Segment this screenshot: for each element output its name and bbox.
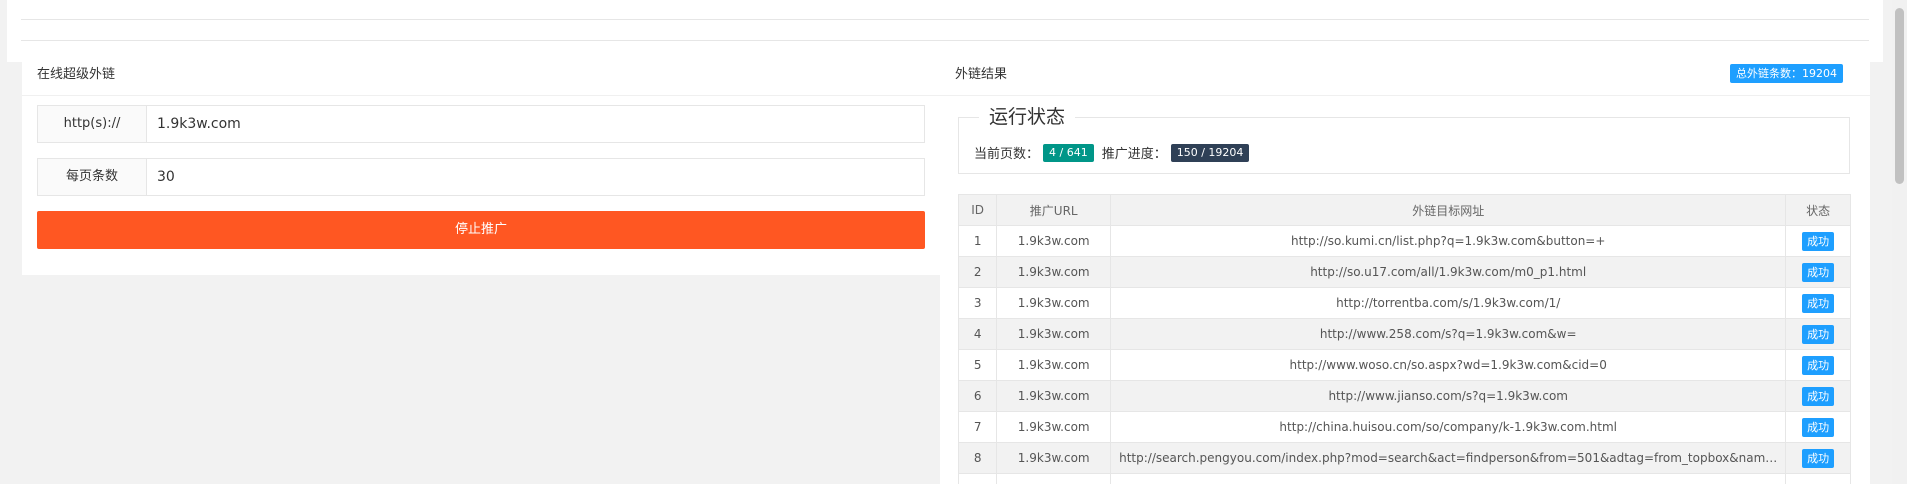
table-row: 2 1.9k3w.com http://so.u17.com/all/1.9k3… xyxy=(957,256,1851,288)
table-row: 7 1.9k3w.com http://china.huisou.com/so/… xyxy=(957,411,1851,443)
left-panel-title: 在线超级外链 xyxy=(22,54,940,96)
scrollbar-thumb[interactable] xyxy=(1895,8,1904,184)
divider xyxy=(21,40,1869,41)
cell-target xyxy=(1110,473,1787,484)
table-row: 5 1.9k3w.com http://www.woso.cn/so.aspx?… xyxy=(957,349,1851,381)
cell-id: 2 xyxy=(957,256,998,288)
success-badge: 成功 xyxy=(1802,386,1835,406)
current-page-label: 当前页数： xyxy=(974,147,1040,162)
cell-url: 1.9k3w.com xyxy=(996,225,1112,257)
status-line: 当前页数： 4 / 641 推广进度： 150 / 19204 xyxy=(974,143,1257,162)
cell-target: http://so.u17.com/all/1.9k3w.com/m0_p1.h… xyxy=(1110,256,1787,288)
success-badge: 成功 xyxy=(1802,355,1835,375)
cell-id: 6 xyxy=(957,380,998,412)
cell-url: 1.9k3w.com xyxy=(996,411,1112,443)
cell-status: 成功 xyxy=(1785,318,1851,350)
cell-status: 成功 xyxy=(1785,411,1851,443)
cell-id xyxy=(957,473,998,484)
divider xyxy=(21,19,1869,20)
cell-id: 5 xyxy=(957,349,998,381)
table-row: 6 1.9k3w.com http://www.jianso.com/s?q=1… xyxy=(957,380,1851,412)
cell-id: 7 xyxy=(957,411,998,443)
cell-id: 4 xyxy=(957,318,998,350)
progress-badge: 150 / 19204 xyxy=(1170,143,1250,162)
cell-status: 成功 xyxy=(1785,287,1851,319)
col-target-url: 外链目标网址 xyxy=(1110,194,1787,226)
cell-status: 成功 xyxy=(1785,442,1851,474)
success-badge: 成功 xyxy=(1802,231,1835,251)
table-row: 3 1.9k3w.com http://torrentba.com/s/1.9k… xyxy=(957,287,1851,319)
per-page-row: 每页条数 30 xyxy=(37,158,925,196)
cell-url: 1.9k3w.com xyxy=(996,380,1112,412)
success-badge: 成功 xyxy=(1802,293,1835,313)
cell-target: http://www.258.com/s?q=1.9k3w.com&w= xyxy=(1110,318,1787,350)
table-row: 4 1.9k3w.com http://www.258.com/s?q=1.9k… xyxy=(957,318,1851,350)
right-panel: 外链结果 总外链条数：19204 运行状态 当前页数： 4 / 641 推广进度… xyxy=(940,54,1870,484)
right-panel-title: 外链结果 xyxy=(955,67,1008,82)
left-panel: 在线超级外链 http(s):// 1.9k3w.com 每页条数 30 停止推… xyxy=(22,54,940,275)
url-input[interactable]: 1.9k3w.com xyxy=(147,105,925,143)
success-badge: 成功 xyxy=(1802,417,1835,437)
cell-target: http://china.huisou.com/so/company/k-1.9… xyxy=(1110,411,1787,443)
cell-status: 成功 xyxy=(1785,349,1851,381)
top-card xyxy=(7,0,1883,62)
cell-id: 1 xyxy=(957,225,998,257)
run-status-legend: 运行状态 xyxy=(979,106,1076,128)
cell-status xyxy=(1785,473,1851,484)
success-badge: 成功 xyxy=(1802,262,1835,282)
run-status-box: 运行状态 当前页数： 4 / 641 推广进度： 150 / 19204 xyxy=(958,106,1850,174)
per-page-input[interactable]: 30 xyxy=(147,158,925,196)
table-row xyxy=(957,473,1851,484)
col-promo-url: 推广URL xyxy=(996,194,1112,226)
cell-target: http://so.kumi.cn/list.php?q=1.9k3w.com&… xyxy=(1110,225,1787,257)
cell-id: 3 xyxy=(957,287,998,319)
current-page-badge: 4 / 641 xyxy=(1043,143,1094,162)
cell-target: http://torrentba.com/s/1.9k3w.com/1/ xyxy=(1110,287,1787,319)
cell-id: 8 xyxy=(957,442,998,474)
col-status: 状态 xyxy=(1785,194,1851,226)
total-links-badge: 总外链条数：19204 xyxy=(1730,64,1843,83)
cell-url: 1.9k3w.com xyxy=(996,349,1112,381)
right-panel-header: 外链结果 总外链条数：19204 xyxy=(940,54,1870,96)
table-row: 8 1.9k3w.com http://search.pengyou.com/i… xyxy=(957,442,1851,474)
url-row: http(s):// 1.9k3w.com xyxy=(37,105,925,143)
cell-url: 1.9k3w.com xyxy=(996,442,1112,474)
stop-promotion-button[interactable]: 停止推广 xyxy=(37,211,925,249)
success-badge: 成功 xyxy=(1802,324,1835,344)
cell-target: http://www.jianso.com/s?q=1.9k3w.com xyxy=(1110,380,1787,412)
url-label: http(s):// xyxy=(37,105,147,143)
cell-status: 成功 xyxy=(1785,225,1851,257)
per-page-label: 每页条数 xyxy=(37,158,147,196)
col-id: ID xyxy=(957,194,998,226)
cell-url xyxy=(996,473,1112,484)
cell-url: 1.9k3w.com xyxy=(996,287,1112,319)
cell-target: http://search.pengyou.com/index.php?mod=… xyxy=(1110,442,1787,474)
results-table: ID 推广URL 外链目标网址 状态 1 1.9k3w.com http://s… xyxy=(957,194,1851,484)
cell-target: http://www.woso.cn/so.aspx?wd=1.9k3w.com… xyxy=(1110,349,1787,381)
success-badge: 成功 xyxy=(1802,448,1835,468)
cell-status: 成功 xyxy=(1785,380,1851,412)
cell-status: 成功 xyxy=(1785,256,1851,288)
progress-label: 推广进度： xyxy=(1101,147,1167,162)
cell-url: 1.9k3w.com xyxy=(996,256,1112,288)
page-scrollbar[interactable] xyxy=(1892,0,1907,484)
cell-url: 1.9k3w.com xyxy=(996,318,1112,350)
table-row: 1 1.9k3w.com http://so.kumi.cn/list.php?… xyxy=(957,225,1851,257)
table-header-row: ID 推广URL 外链目标网址 状态 xyxy=(957,194,1851,226)
